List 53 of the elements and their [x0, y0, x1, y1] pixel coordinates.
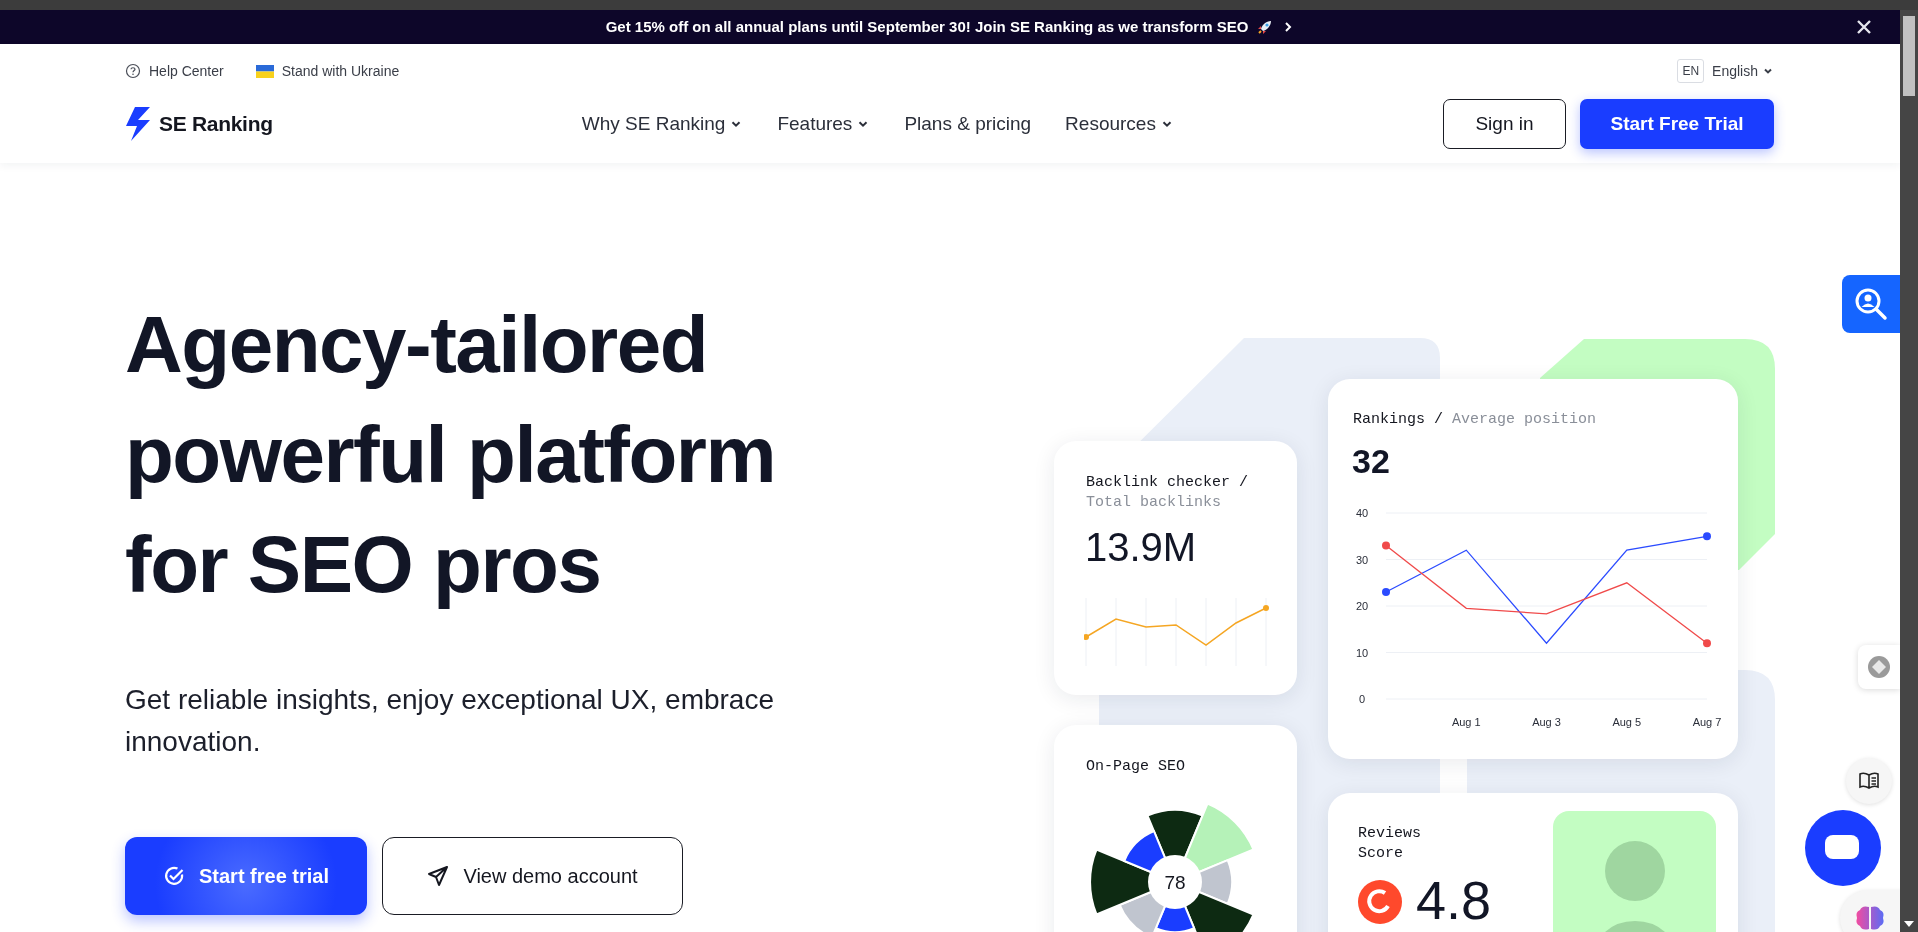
check-circle-icon — [162, 865, 185, 887]
axis-label: 30 — [1355, 553, 1369, 566]
brain-icon — [1854, 904, 1886, 932]
metric-value: 32 — [1352, 444, 1390, 478]
logo-icon[interactable] — [125, 106, 151, 142]
paper-plane-icon — [427, 865, 450, 887]
axis-label: Aug 7 — [1692, 716, 1722, 728]
user-search-icon — [1854, 287, 1888, 321]
search-user-tab[interactable] — [1842, 275, 1900, 333]
book-icon — [1858, 771, 1880, 791]
start-trial-button[interactable]: Start free trial — [125, 837, 367, 915]
axis-label: 0 — [1358, 693, 1366, 705]
axis-label: Aug 3 — [1532, 716, 1561, 728]
language-selector[interactable]: English — [1712, 60, 1774, 82]
language-code: EN — [1677, 59, 1705, 83]
sign-in-button[interactable]: Sign in — [1443, 99, 1566, 149]
reader-button[interactable] — [1846, 758, 1892, 804]
metric-value: 13.9M — [1085, 527, 1197, 567]
data-point — [1703, 532, 1711, 541]
chart-hub — [1148, 855, 1202, 909]
axis-label: Aug 5 — [1612, 716, 1642, 728]
data-point — [1382, 541, 1390, 550]
card-title: Rankings / Average position — [1353, 410, 1597, 430]
data-point — [1703, 639, 1711, 648]
side-widget-tab[interactable] — [1858, 645, 1900, 689]
rating-score: 4.8 — [1416, 873, 1492, 927]
score-value: 78 — [1164, 872, 1186, 893]
demo-account-button[interactable]: View demo account — [382, 837, 683, 915]
utility-link[interactable]: Stand with Ukraine — [255, 60, 400, 82]
scroll-down-arrow-icon[interactable] — [1904, 921, 1914, 927]
promo-text[interactable]: Get 15% off on all annual plans until September 30! Join SE Ranking as we transform SEO — [605, 15, 1249, 39]
scrollbar-thumb[interactable] — [1903, 16, 1915, 96]
card-title: Backlink checker / Total backlinks — [1086, 473, 1250, 513]
axis-label: 20 — [1355, 600, 1369, 612]
nav-item[interactable]: Why SE Ranking — [581, 109, 744, 139]
axis-label: 10 — [1355, 646, 1369, 659]
hero-subtitle: Get reliable insights, enjoy exceptional UX, embrace innovation. — [125, 683, 775, 759]
utility-link[interactable]: Help Center — [125, 60, 224, 82]
logo-text[interactable]: SE Ranking — [159, 108, 273, 140]
card-title: Reviews Score — [1358, 824, 1422, 864]
nav-item[interactable]: Features — [777, 109, 871, 139]
rating-logo-icon — [1357, 879, 1403, 925]
axis-label: 40 — [1355, 507, 1369, 519]
nav-item[interactable]: Resources — [1065, 109, 1174, 139]
help-icon — [125, 63, 141, 79]
hero-headline: Agency-tailored powerful platform for SEO pros — [125, 299, 776, 611]
nav-item[interactable]: Plans & pricing — [904, 109, 1032, 139]
card-title: On-Page SEO — [1086, 757, 1186, 777]
axis-label: Aug 1 — [1451, 716, 1481, 728]
flag-icon — [255, 64, 274, 78]
data-point — [1382, 588, 1390, 596]
scrollbar[interactable] — [1900, 10, 1918, 932]
start-trial-button[interactable]: Start Free Trial — [1580, 99, 1774, 149]
